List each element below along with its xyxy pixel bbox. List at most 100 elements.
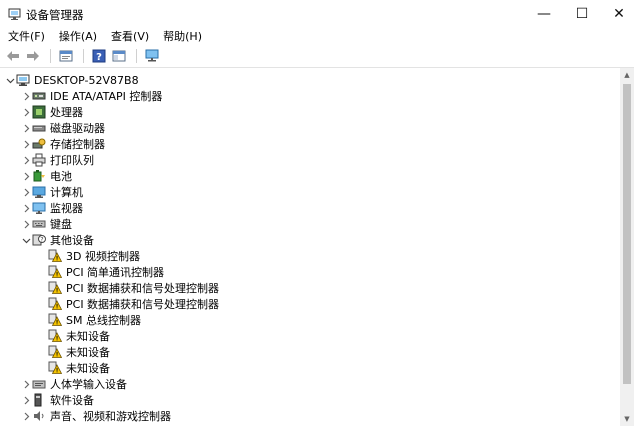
view-icon <box>112 50 126 62</box>
tree-category[interactable]: 人体学输入设备 <box>20 376 127 392</box>
title-bar: 设备管理器 — ☐ ✕ <box>0 0 634 28</box>
help-icon: ? <box>92 49 106 63</box>
tree-category[interactable]: 声音、视频和游戏控制器 <box>20 408 171 424</box>
battery-icon <box>32 169 46 183</box>
chevron-right-icon[interactable] <box>20 104 32 120</box>
warning-device-icon <box>48 313 62 327</box>
tree-root[interactable]: DESKTOP-52V87B8 <box>4 72 139 88</box>
tree-category-label: 计算机 <box>50 186 83 199</box>
tree-device[interactable]: SM 总线控制器 <box>48 312 141 328</box>
tree-category-label: 打印队列 <box>50 154 94 167</box>
toolbar-separator <box>136 49 137 63</box>
chevron-right-icon[interactable] <box>20 200 32 216</box>
chevron-right-icon[interactable] <box>20 408 32 424</box>
back-button[interactable] <box>4 47 22 65</box>
scrollbar-thumb[interactable] <box>623 84 631 384</box>
tree-device[interactable]: 未知设备 <box>48 360 110 376</box>
disk-drive-icon <box>32 121 46 135</box>
menu-bar: 文件(F) 操作(A) 查看(V) 帮助(H) <box>0 28 634 46</box>
tree-device-label: 3D 视频控制器 <box>66 250 140 263</box>
tree-device[interactable]: PCI 数据捕获和信号处理控制器 <box>48 296 219 312</box>
svg-text:?: ? <box>40 237 43 244</box>
tree-category-label: 软件设备 <box>50 394 94 407</box>
computer-icon <box>16 73 30 87</box>
tree-category[interactable]: 计算机 <box>20 184 83 200</box>
vertical-scrollbar[interactable]: ▲ ▼ <box>620 68 634 426</box>
menu-help[interactable]: 帮助(H) <box>156 28 209 46</box>
tree-device-label: 未知设备 <box>66 330 110 343</box>
chevron-right-icon[interactable] <box>20 152 32 168</box>
chevron-right-icon[interactable] <box>20 120 32 136</box>
chevron-right-icon[interactable] <box>20 376 32 392</box>
properties-icon <box>59 50 73 62</box>
scroll-up-arrow-icon[interactable]: ▲ <box>620 68 634 82</box>
chevron-right-icon[interactable] <box>20 136 32 152</box>
tree-category-label: 磁盘驱动器 <box>50 122 105 135</box>
tree-category[interactable]: 监视器 <box>20 200 83 216</box>
warning-device-icon <box>48 281 62 295</box>
tree-device-label: PCI 数据捕获和信号处理控制器 <box>66 298 220 311</box>
tree-category-label: 键盘 <box>50 218 72 231</box>
tree-category-label: 存储控制器 <box>50 138 105 151</box>
chevron-right-icon[interactable] <box>20 184 32 200</box>
chevron-down-icon[interactable] <box>20 232 32 248</box>
printer-icon <box>32 153 46 167</box>
help-button[interactable]: ? <box>90 47 108 65</box>
tree-category[interactable]: 处理器 <box>20 104 83 120</box>
tree-device[interactable]: 3D 视频控制器 <box>48 248 140 264</box>
tree-category[interactable]: 软件设备 <box>20 392 94 408</box>
chevron-right-icon[interactable] <box>20 88 32 104</box>
keyboard-icon <box>32 217 46 231</box>
computer-icon <box>32 185 46 199</box>
warning-device-icon <box>48 297 62 311</box>
tree-device[interactable]: 未知设备 <box>48 328 110 344</box>
tree-category-label: IDE ATA/ATAPI 控制器 <box>50 90 163 103</box>
tree-category-expanded[interactable]: ? 其他设备 <box>20 232 94 248</box>
tree-category-label: 声音、视频和游戏控制器 <box>50 410 171 423</box>
tree-category[interactable]: IDE ATA/ATAPI 控制器 <box>20 88 162 104</box>
tree-category-label: 电池 <box>50 170 72 183</box>
ide-controller-icon <box>32 89 46 103</box>
toolbar-separator <box>83 49 84 63</box>
close-button[interactable]: ✕ <box>596 0 634 28</box>
tree-device[interactable]: PCI 数据捕获和信号处理控制器 <box>48 280 219 296</box>
tree-category[interactable]: 电池 <box>20 168 72 184</box>
software-device-icon <box>32 393 46 407</box>
chevron-right-icon[interactable] <box>20 168 32 184</box>
menu-file[interactable]: 文件(F) <box>0 28 52 46</box>
tree-category[interactable]: 磁盘驱动器 <box>20 120 105 136</box>
warning-device-icon <box>48 345 62 359</box>
scroll-down-arrow-icon[interactable]: ▼ <box>620 412 634 426</box>
tree-category-label: 监视器 <box>50 202 83 215</box>
tree-category[interactable]: 打印队列 <box>20 152 94 168</box>
window-title: 设备管理器 <box>26 8 84 22</box>
tree-device[interactable]: 未知设备 <box>48 344 110 360</box>
tree-device-label: 未知设备 <box>66 362 110 375</box>
tree-category[interactable]: 存储控制器 <box>20 136 105 152</box>
chevron-right-icon[interactable] <box>20 216 32 232</box>
processor-icon <box>32 105 46 119</box>
toolbar-divider <box>0 67 634 68</box>
tree-device-label: PCI 数据捕获和信号处理控制器 <box>66 282 220 295</box>
tree-device-label: 未知设备 <box>66 346 110 359</box>
menu-view[interactable]: 查看(V) <box>104 28 156 46</box>
monitor-icon <box>32 201 46 215</box>
hid-icon <box>32 377 46 391</box>
monitor-icon <box>145 49 159 62</box>
svg-text:?: ? <box>96 52 102 63</box>
tree-device[interactable]: PCI 简单通讯控制器 <box>48 264 164 280</box>
chevron-right-icon[interactable] <box>20 392 32 408</box>
device-tree: DESKTOP-52V87B8 IDE ATA/ATAPI 控制器 处理器 磁盘… <box>0 70 620 426</box>
view-button[interactable] <box>110 47 128 65</box>
properties-button[interactable] <box>57 47 75 65</box>
forward-button[interactable] <box>24 47 42 65</box>
tree-device-label: PCI 简单通讯控制器 <box>66 266 165 279</box>
scan-hardware-button[interactable] <box>143 47 161 65</box>
tree-root-label: DESKTOP-52V87B8 <box>34 73 139 87</box>
warning-device-icon <box>48 329 62 343</box>
device-manager-app-icon <box>8 7 22 21</box>
chevron-down-icon[interactable] <box>4 72 16 88</box>
menu-action[interactable]: 操作(A) <box>52 28 104 46</box>
tree-category[interactable]: 键盘 <box>20 216 72 232</box>
tree-category-label: 人体学输入设备 <box>50 378 127 391</box>
